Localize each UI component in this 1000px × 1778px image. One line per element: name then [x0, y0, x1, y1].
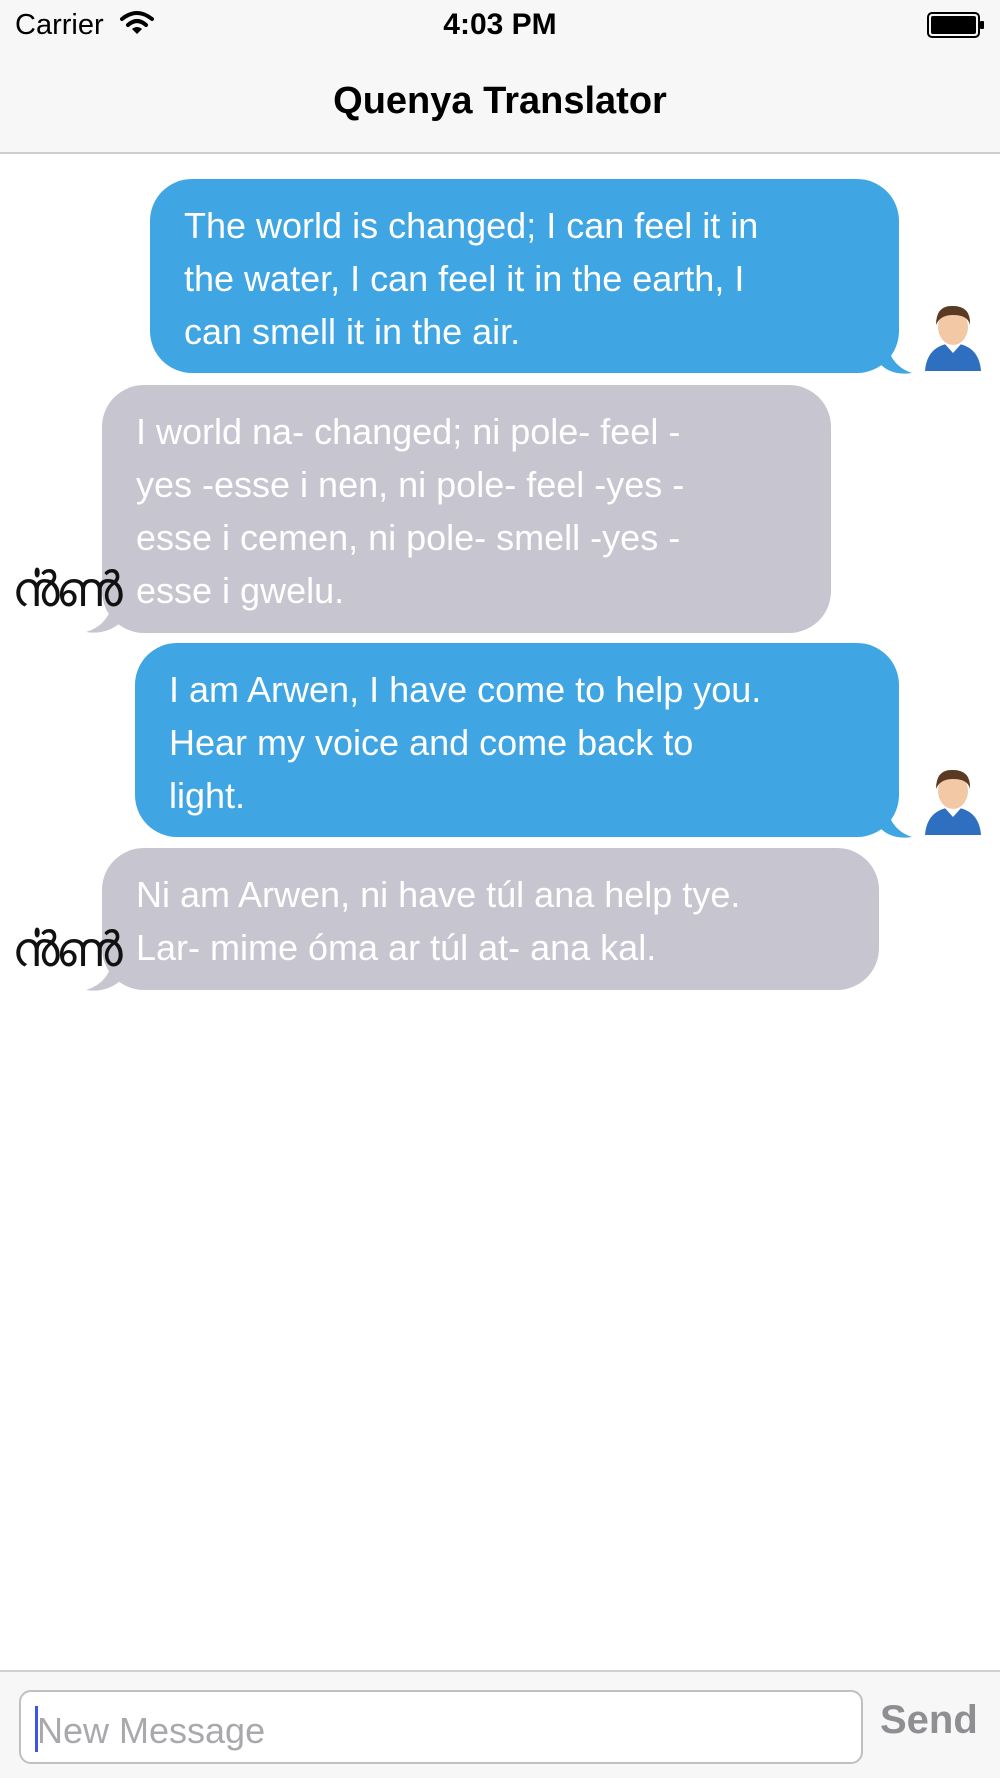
text-caret	[35, 1706, 38, 1752]
new-message-input[interactable]: New Message	[19, 1690, 863, 1764]
tengwar-avatar-icon: ൎൻൺ	[12, 922, 123, 978]
user-avatar-icon[interactable]	[922, 765, 984, 837]
message-input-bar: New Message Send	[0, 1670, 1000, 1778]
message-bubble-incoming[interactable]: I world na- changed; ni pole- feel - yes…	[102, 385, 831, 633]
message-bubble-outgoing[interactable]: I am Arwen, I have come to help you. Hea…	[135, 643, 899, 837]
status-bar: Carrier 4:03 PM	[0, 0, 1000, 50]
status-time: 4:03 PM	[443, 8, 557, 41]
tengwar-avatar-icon: ൎൻൺ	[12, 562, 123, 618]
user-avatar-icon[interactable]	[922, 301, 984, 373]
navigation-bar: Quenya Translator	[0, 50, 1000, 154]
battery-icon	[927, 12, 984, 38]
input-placeholder: New Message	[37, 1710, 266, 1751]
message-bubble-outgoing[interactable]: The world is changed; I can feel it in t…	[150, 179, 899, 373]
page-title: Quenya Translator	[333, 80, 667, 122]
send-button[interactable]: Send	[880, 1698, 978, 1743]
message-bubble-incoming[interactable]: Ni am Arwen, ni have túl ana help tye. L…	[102, 848, 879, 990]
